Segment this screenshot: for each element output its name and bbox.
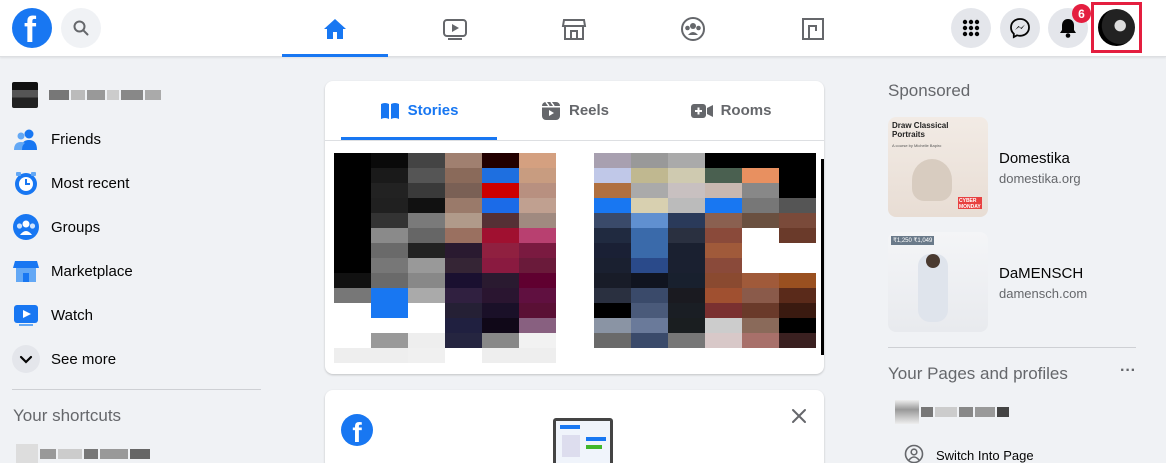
- video-plus-icon: [690, 103, 713, 118]
- sidebar-item-label: Watch: [51, 306, 93, 324]
- menu-button[interactable]: [951, 8, 991, 48]
- home-icon: [324, 18, 346, 39]
- avatar: [1098, 9, 1135, 46]
- sidebar-item-most-recent[interactable]: Most recent: [12, 161, 272, 205]
- messenger-button[interactable]: [1000, 8, 1040, 48]
- ad-name-damensch[interactable]: DaMENSCH: [999, 265, 1083, 282]
- messenger-icon: [1010, 18, 1030, 39]
- nav-tab-groups[interactable]: [640, 0, 746, 57]
- tab-stories[interactable]: Stories: [341, 81, 497, 140]
- redacted-page-profile[interactable]: [895, 400, 1009, 424]
- grid-menu-icon: [962, 19, 980, 37]
- sidebar-item-see-more[interactable]: See more: [12, 337, 272, 381]
- nav-tab-gaming[interactable]: [760, 0, 866, 57]
- sidebar-item-label: Friends: [51, 130, 102, 148]
- chevron-down-icon: [19, 355, 33, 364]
- nav-tab-home[interactable]: [282, 0, 388, 57]
- gaming-icon: [802, 17, 824, 40]
- story-thumbnail[interactable]: [334, 153, 556, 363]
- stories-card: Stories Reels Rooms: [325, 81, 824, 374]
- groups-icon: [13, 214, 39, 240]
- video-icon: [443, 18, 467, 40]
- book-icon: [380, 102, 399, 119]
- clock-feed-icon: [15, 172, 37, 195]
- sponsored-title: Sponsored: [888, 81, 971, 100]
- sidebar-item-watch[interactable]: Watch: [12, 293, 272, 337]
- nav-tab-marketplace[interactable]: [521, 0, 627, 57]
- tab-rooms[interactable]: Rooms: [653, 81, 809, 140]
- pages-title: Your Pages and profiles: [888, 364, 1068, 383]
- more-options-icon[interactable]: ···: [1120, 362, 1136, 380]
- redacted-profile-name: [49, 90, 161, 100]
- video-icon: [14, 305, 38, 326]
- tab-reels[interactable]: Reels: [497, 81, 653, 140]
- switch-profile-icon: [904, 444, 924, 463]
- promo-card: f: [325, 390, 824, 463]
- switch-into-page-link[interactable]: Switch Into Page: [936, 448, 1034, 463]
- ad-url-domestika[interactable]: domestika.org: [999, 171, 1081, 186]
- story-thumbnail-edge: [821, 159, 824, 355]
- story-thumbnail[interactable]: [594, 153, 816, 363]
- ad-image-damensch[interactable]: ₹1,250 ₹1,049: [888, 232, 988, 332]
- store-icon: [561, 18, 587, 40]
- sidebar-item-label: Groups: [51, 218, 101, 236]
- search-button[interactable]: [61, 8, 101, 48]
- redacted-shortcut[interactable]: [16, 444, 150, 463]
- sidebar-item-label: Most recent: [51, 174, 130, 192]
- ad-url-damensch[interactable]: damensch.com: [999, 286, 1087, 301]
- store-icon: [13, 261, 39, 282]
- sidebar-item-friends[interactable]: Friends: [12, 117, 272, 161]
- top-navigation-bar: f 6: [0, 0, 1166, 57]
- sidebar-item-groups[interactable]: Groups: [12, 205, 272, 249]
- reels-icon: [541, 101, 560, 120]
- sidebar-divider: [12, 389, 261, 390]
- shortcuts-title: Your shortcuts: [13, 406, 122, 425]
- right-divider: [888, 347, 1136, 348]
- ad-name-domestika[interactable]: Domestika: [999, 150, 1070, 167]
- account-profile-button[interactable]: [1091, 2, 1142, 53]
- sidebar-item-label: See more: [51, 350, 117, 368]
- sidebar-item-label: Marketplace: [51, 262, 133, 280]
- ad-image-domestika[interactable]: Draw Classical Portraits A course by Mic…: [888, 117, 988, 217]
- nav-tab-watch[interactable]: [402, 0, 508, 57]
- close-icon[interactable]: [791, 408, 807, 424]
- promo-illustration: [553, 418, 613, 463]
- avatar: [12, 82, 38, 108]
- groups-icon: [681, 16, 705, 41]
- facebook-logo-icon: f: [341, 414, 373, 446]
- tab-divider: [325, 140, 824, 141]
- notification-badge: 6: [1072, 4, 1091, 23]
- facebook-logo[interactable]: f: [12, 8, 52, 50]
- sidebar-profile-link[interactable]: [12, 73, 272, 117]
- friends-icon: [14, 129, 37, 150]
- sidebar-item-marketplace[interactable]: Marketplace: [12, 249, 272, 293]
- search-icon: [73, 20, 89, 36]
